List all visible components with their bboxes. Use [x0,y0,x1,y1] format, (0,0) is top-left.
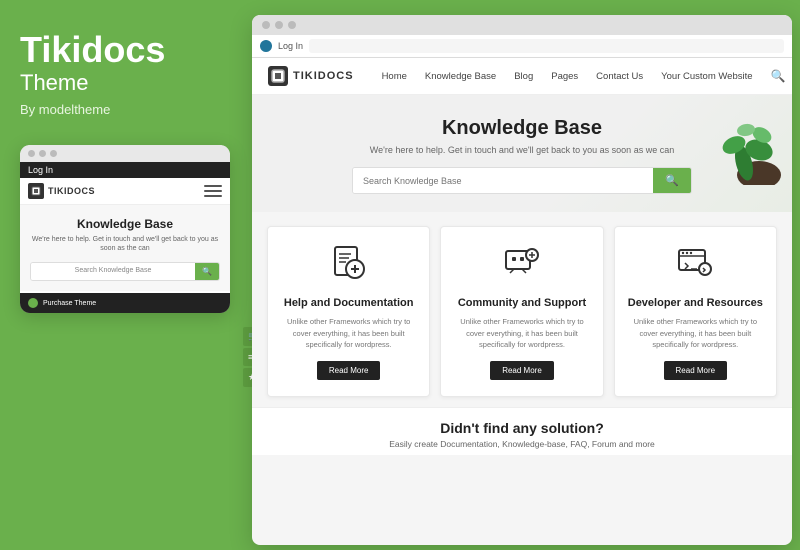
browser-chrome [252,15,792,35]
desktop-nav: TIKIDOCS Home Knowledge Base Blog Pages … [252,58,792,95]
mobile-logo-text: TIKIDOCS [48,186,95,196]
brand-title: Tikidocs [20,30,228,70]
bottom-cta-title: Didn't find any solution? [272,420,772,436]
card-developer-title: Developer and Resources [627,296,764,310]
nav-home[interactable]: Home [382,71,407,82]
dot1 [28,150,35,157]
nav-pages[interactable]: Pages [551,71,578,82]
desktop-search-input[interactable] [353,168,653,193]
card-community-btn[interactable]: Read More [490,361,554,380]
card-help-docs-btn[interactable]: Read More [317,361,381,380]
nav-contact[interactable]: Contact Us [596,71,643,82]
brand-subtitle: Theme [20,70,228,96]
card-community: Community and Support Unlike other Frame… [440,226,603,397]
card-help-docs-title: Help and Documentation [280,296,417,310]
card-help-docs-icon [329,243,369,283]
card-community-title: Community and Support [453,296,590,310]
desktop-logo-area: TIKIDOCS [268,66,354,86]
cards-section: Help and Documentation Unlike other Fram… [252,212,792,407]
brand-author: By modeltheme [20,102,228,117]
mobile-hero-title: Knowledge Base [30,217,220,231]
card-community-text: Unlike other Frameworks which try to cov… [453,316,590,350]
card-community-icon [502,243,542,283]
card-developer-btn[interactable]: Read More [664,361,728,380]
purchase-icon [28,298,38,308]
mobile-login-bar: Log In [20,162,230,178]
nav-blog[interactable]: Blog [514,71,533,82]
dot2 [39,150,46,157]
desktop-hero-title: Knowledge Base [272,117,772,140]
purchase-label: Purchase Theme [43,300,96,307]
mobile-logo-area: TIKIDOCS [28,183,95,199]
desktop-search-container: 🔍 [352,167,692,194]
mobile-hero: Knowledge Base We're here to help. Get i… [20,205,230,292]
desktop-search-button[interactable]: 🔍 [653,168,691,193]
left-panel: Tikidocs Theme By modeltheme Log In TIKI… [0,0,248,550]
mobile-preview: Log In TIKIDOCS Knowledge Base We're her… [20,145,230,314]
browser-dot-2 [275,21,283,29]
card-developer: Developer and Resources Unlike other Fra… [614,226,777,397]
dot3 [50,150,57,157]
card-developer-text: Unlike other Frameworks which try to cov… [627,316,764,350]
nav-custom[interactable]: Your Custom Website [661,71,752,82]
mobile-dots-bar [20,145,230,162]
bottom-cta-subtitle: Easily create Documentation, Knowledge-b… [272,439,772,449]
desktop-search-icon[interactable]: 🔍 [771,69,786,83]
browser-url-bar [309,39,784,53]
mobile-hamburger-icon[interactable] [204,185,222,197]
card-help-docs: Help and Documentation Unlike other Fram… [267,226,430,397]
hero-plant-decoration [704,95,784,185]
desktop-logo-icon [268,66,288,86]
mobile-hero-text: We're here to help. Get in touch and we'… [30,235,220,255]
desktop-logo-text: TIKIDOCS [293,70,354,82]
mobile-search-input[interactable]: Search Knowledge Base [31,263,195,280]
desktop-hero: Knowledge Base We're here to help. Get i… [252,95,792,212]
bottom-cta: Didn't find any solution? Easily create … [252,407,792,455]
card-help-docs-text: Unlike other Frameworks which try to cov… [280,316,417,350]
browser-toolbar: Log In [252,35,792,58]
browser-dot-3 [288,21,296,29]
wordpress-icon [260,40,272,52]
card-developer-icon [675,243,715,283]
toolbar-login-label: Log In [278,41,303,51]
desktop-preview: Log In TIKIDOCS Home Knowledge Base Blog… [252,15,792,545]
mobile-logo-icon [28,183,44,199]
nav-knowledge-base[interactable]: Knowledge Base [425,71,496,82]
browser-dot-1 [262,21,270,29]
mobile-nav-bar: TIKIDOCS [20,178,230,205]
mobile-search-bar: Search Knowledge Base 🔍 [30,262,220,281]
mobile-search-button[interactable]: 🔍 [195,263,219,280]
desktop-hero-subtitle: We're here to help. Get in touch and we'… [272,145,772,155]
mobile-purchase-bar: Purchase Theme [20,293,230,313]
